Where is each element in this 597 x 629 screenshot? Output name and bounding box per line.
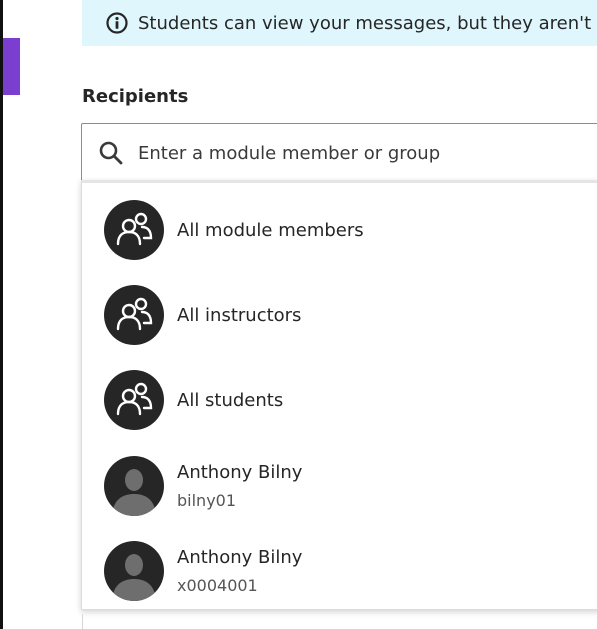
info-notice: Students can view your messages, but the… (82, 0, 597, 46)
side-tab[interactable] (3, 38, 20, 95)
search-icon (99, 141, 123, 165)
option-label: All instructors (177, 304, 302, 326)
recipients-label: Recipients (82, 86, 189, 107)
option-label: All students (177, 389, 284, 411)
content-divider (82, 614, 597, 629)
option-label: Anthony Bilny (177, 462, 303, 483)
notice-text: Students can view your messages, but the… (138, 12, 592, 34)
group-icon (104, 200, 164, 260)
group-icon (104, 285, 164, 345)
option-username: x0004001 (177, 576, 258, 595)
user-avatar-icon (104, 456, 164, 516)
option-username: bilny01 (177, 491, 237, 510)
option-all-module-members[interactable]: All module members (82, 200, 597, 260)
option-user-bilny01[interactable]: Anthony Bilny bilny01 (82, 456, 597, 516)
group-icon (104, 370, 164, 430)
option-all-students[interactable]: All students (82, 370, 597, 430)
recipient-search-box[interactable] (81, 123, 597, 183)
option-user-x0004001[interactable]: Anthony Bilny x0004001 (82, 541, 597, 601)
option-label: Anthony Bilny (177, 547, 303, 568)
option-all-instructors[interactable]: All instructors (82, 285, 597, 345)
info-icon (106, 12, 128, 34)
recipient-search-input[interactable] (138, 142, 597, 164)
user-avatar-icon (104, 541, 164, 601)
option-label: All module members (177, 219, 364, 241)
recipient-suggestions-dropdown: All module members All instructors All s… (81, 180, 597, 610)
